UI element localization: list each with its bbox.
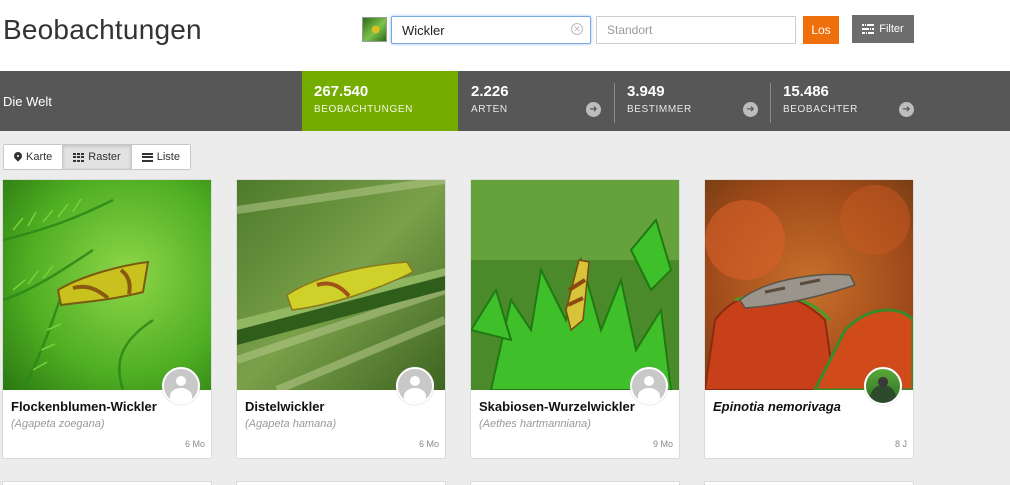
page-title: Beobachtungen (3, 14, 202, 45)
observation-photo[interactable] (237, 180, 445, 390)
observation-photo[interactable] (471, 180, 679, 390)
stat-label: ARTEN (471, 104, 508, 115)
stat-identifiers[interactable]: 3.949 BESTIMMER ➜ (615, 71, 770, 131)
place-label[interactable]: Die Welt (3, 94, 52, 109)
search-box[interactable]: ✕ (391, 16, 591, 44)
filter-label: Filter (879, 23, 904, 35)
arrow-right-icon[interactable]: ➜ (743, 102, 758, 117)
go-button[interactable]: Los (803, 16, 839, 44)
stat-number: 2.226 (471, 83, 509, 100)
observation-card-partial[interactable] (470, 481, 680, 485)
observation-photo[interactable] (3, 180, 211, 390)
observation-scientific-name: (Aethes hartmanniana) (479, 418, 591, 430)
observation-photo[interactable] (705, 180, 913, 390)
observation-age: 6 Mo (184, 439, 205, 449)
search-input[interactable] (392, 17, 572, 43)
user-avatar[interactable] (630, 367, 668, 405)
observation-age: 9 Mo (652, 439, 673, 449)
stat-label: BESTIMMER (627, 104, 692, 115)
map-pin-icon (14, 152, 22, 162)
stat-number: 3.949 (627, 83, 665, 100)
arrow-right-icon[interactable]: ➜ (899, 102, 914, 117)
observation-age: 6 Mo (418, 439, 439, 449)
observation-age: 8 J (894, 439, 907, 449)
clear-icon[interactable]: ✕ (571, 23, 583, 35)
observation-common-name[interactable]: Skabiosen-Wurzelwickler (479, 399, 635, 414)
stat-number: 267.540 (314, 83, 369, 100)
view-toggle: Karte Raster Liste (3, 144, 191, 170)
view-list-label: Liste (156, 151, 180, 163)
view-map-button[interactable]: Karte (4, 145, 64, 169)
taxon-thumbnail[interactable] (362, 17, 387, 42)
view-map-label: Karte (26, 151, 53, 163)
observation-common-name[interactable]: Distelwickler (245, 399, 325, 414)
list-icon (141, 152, 153, 162)
observation-card[interactable]: Skabiosen-Wurzelwickler (Aethes hartmann… (470, 179, 680, 459)
header: Beobachtungen ✕ Los Filter (0, 0, 1010, 71)
observation-common-name[interactable]: Epinotia nemorivaga (713, 399, 841, 414)
stat-observers[interactable]: 15.486 BEOBACHTER ➜ (771, 71, 926, 131)
view-grid-button[interactable]: Raster (63, 145, 132, 169)
observation-card[interactable]: Flockenblumen-Wickler (Agapeta zoegana) … (2, 179, 212, 459)
observation-card[interactable]: Distelwickler (Agapeta hamana) 6 Mo (236, 179, 446, 459)
location-input[interactable] (596, 16, 796, 44)
observation-card-partial[interactable] (2, 481, 212, 485)
stat-number: 15.486 (783, 83, 829, 100)
filter-button[interactable]: Filter (852, 15, 914, 43)
stats-bar: Die Welt 267.540 BEOBACHTUNGEN 2.226 ART… (0, 71, 1010, 131)
user-avatar[interactable] (162, 367, 200, 405)
observations-grid-area: Karte Raster Liste Flockenblumen-Wickler… (0, 131, 1010, 485)
arrow-right-icon[interactable]: ➜ (586, 102, 601, 117)
view-grid-label: Raster (88, 151, 121, 163)
observation-scientific-name: (Agapeta hamana) (245, 418, 337, 430)
view-list-button[interactable]: Liste (131, 145, 190, 169)
stat-label: BEOBACHTER (783, 104, 858, 115)
user-avatar[interactable] (396, 367, 434, 405)
observation-card-partial[interactable] (704, 481, 914, 485)
observation-card-partial[interactable] (236, 481, 446, 485)
observation-common-name[interactable]: Flockenblumen-Wickler (11, 399, 157, 414)
stat-observations[interactable]: 267.540 BEOBACHTUNGEN (302, 71, 458, 131)
grid-icon (73, 152, 85, 162)
stat-label: BEOBACHTUNGEN (314, 104, 413, 115)
stat-species[interactable]: 2.226 ARTEN ➜ (459, 71, 614, 131)
observation-card[interactable]: Epinotia nemorivaga 8 J (704, 179, 914, 459)
observation-scientific-name: (Agapeta zoegana) (11, 418, 105, 430)
sliders-icon (862, 23, 875, 35)
user-avatar[interactable] (864, 367, 902, 405)
